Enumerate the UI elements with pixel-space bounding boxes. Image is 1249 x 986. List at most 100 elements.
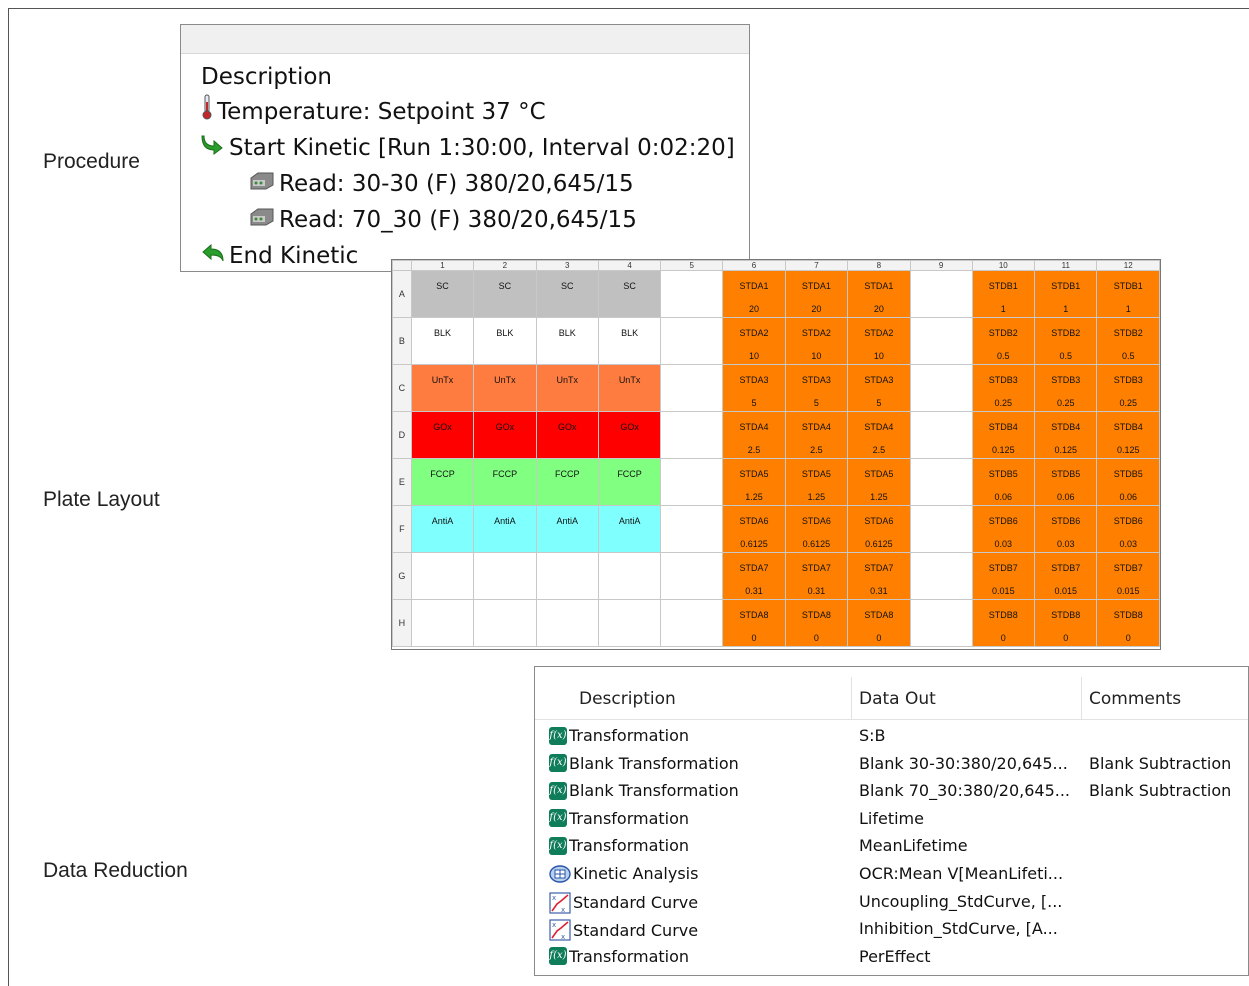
data-reduction-row[interactable]: f(x) Blank Transformation Blank 70_30:380/… — [535, 777, 1248, 805]
plate-well[interactable]: AntiA — [473, 505, 537, 553]
plate-well[interactable]: STDB3 0.25 — [1096, 364, 1160, 412]
plate-well[interactable] — [410, 599, 475, 647]
column-header-data-out[interactable]: Data Out — [859, 689, 936, 709]
data-reduction-row[interactable]: Kinetic Analysis OCR:Mean V[MeanLifeti... — [535, 860, 1248, 888]
plate-well[interactable]: STDA8 0 — [722, 599, 786, 647]
plate-well[interactable]: STDB7 0.015 — [971, 552, 1036, 600]
plate-well[interactable]: BLK — [473, 317, 537, 365]
plate-well[interactable]: STDB2 0.5 — [971, 317, 1036, 365]
plate-well[interactable]: STDB2 0.5 — [1096, 317, 1160, 365]
plate-well[interactable]: STDA7 0.31 — [784, 552, 849, 600]
plate-well[interactable] — [660, 270, 724, 318]
plate-well[interactable]: STDB4 0.125 — [1096, 411, 1160, 459]
data-reduction-row[interactable]: f(x) Transformation Lifetime — [535, 805, 1248, 833]
plate-well[interactable]: SC — [535, 270, 599, 318]
plate-well[interactable] — [909, 505, 973, 553]
plate-well[interactable]: STDB7 0.015 — [1034, 552, 1098, 600]
data-reduction-row[interactable]: f(x) Transformation S:B — [535, 722, 1248, 750]
plate-well[interactable] — [473, 552, 537, 600]
plate-well[interactable]: STDA5 1.25 — [784, 458, 849, 506]
plate-well[interactable]: STDA6 0.6125 — [722, 505, 786, 553]
plate-well[interactable]: GOx — [597, 411, 662, 459]
plate-well[interactable]: STDB8 0 — [1096, 599, 1160, 647]
data-reduction-row[interactable]: x x Standard Curve Uncoupling_StdCurve, [..… — [535, 888, 1248, 916]
plate-well[interactable] — [909, 411, 973, 459]
plate-well[interactable] — [909, 458, 973, 506]
plate-well[interactable]: STDA8 0 — [784, 599, 849, 647]
column-divider[interactable] — [851, 677, 852, 719]
plate-well[interactable]: STDA1 20 — [722, 270, 786, 318]
plate-well[interactable] — [909, 599, 973, 647]
plate-well[interactable]: FCCP — [535, 458, 599, 506]
plate-well[interactable]: UnTx — [410, 364, 475, 412]
plate-well[interactable]: FCCP — [410, 458, 475, 506]
plate-well[interactable] — [535, 552, 599, 600]
plate-well[interactable]: STDA6 0.6125 — [847, 505, 911, 553]
plate-well[interactable] — [909, 552, 973, 600]
plate-well[interactable]: SC — [410, 270, 475, 318]
plate-well[interactable] — [660, 505, 724, 553]
plate-well[interactable]: STDA3 5 — [722, 364, 786, 412]
plate-well[interactable] — [660, 458, 724, 506]
plate-well[interactable]: AntiA — [410, 505, 475, 553]
plate-well[interactable]: STDB1 1 — [1096, 270, 1160, 318]
plate-well[interactable]: STDB2 0.5 — [1034, 317, 1098, 365]
plate-well[interactable]: STDB5 0.06 — [971, 458, 1036, 506]
column-header-comments[interactable]: Comments — [1089, 689, 1181, 709]
plate-well[interactable] — [410, 552, 475, 600]
procedure-step-temperature[interactable]: Temperature: Setpoint 37 °C — [201, 94, 749, 130]
plate-well[interactable] — [660, 364, 724, 412]
plate-well[interactable]: STDA1 20 — [847, 270, 911, 318]
plate-well[interactable]: STDB1 1 — [971, 270, 1036, 318]
plate-well[interactable] — [597, 552, 662, 600]
column-divider[interactable] — [1081, 677, 1082, 719]
plate-well[interactable] — [660, 599, 724, 647]
plate-well[interactable]: STDA3 5 — [784, 364, 849, 412]
plate-well[interactable]: STDA4 2.5 — [847, 411, 911, 459]
plate-well[interactable] — [660, 552, 724, 600]
plate-well[interactable]: STDB6 0.03 — [971, 505, 1036, 553]
plate-well[interactable]: SC — [473, 270, 537, 318]
plate-well[interactable]: UnTx — [535, 364, 599, 412]
plate-well[interactable]: STDB1 1 — [1034, 270, 1098, 318]
procedure-step-start-kinetic[interactable]: Start Kinetic [Run 1:30:00, Interval 0:0… — [201, 130, 749, 166]
plate-well[interactable]: STDB3 0.25 — [1034, 364, 1098, 412]
plate-well[interactable]: STDB4 0.125 — [971, 411, 1036, 459]
plate-well[interactable]: UnTx — [597, 364, 662, 412]
plate-well[interactable]: STDB4 0.125 — [1034, 411, 1098, 459]
plate-well[interactable] — [597, 599, 662, 647]
data-reduction-row[interactable]: f(x) Transformation PerEffect — [535, 943, 1248, 971]
plate-well[interactable]: GOx — [535, 411, 599, 459]
plate-well[interactable]: STDA6 0.6125 — [784, 505, 849, 553]
procedure-step-read-2[interactable]: Read: 70_30 (F) 380/20,645/15 — [201, 202, 749, 238]
plate-well[interactable]: UnTx — [473, 364, 537, 412]
plate-well[interactable] — [473, 599, 537, 647]
plate-well[interactable]: BLK — [535, 317, 599, 365]
plate-well[interactable] — [660, 317, 724, 365]
plate-well[interactable]: STDA4 2.5 — [722, 411, 786, 459]
plate-well[interactable]: STDA5 1.25 — [847, 458, 911, 506]
plate-well[interactable]: STDA8 0 — [847, 599, 911, 647]
data-reduction-row[interactable]: f(x) Transformation MeanLifetime — [535, 832, 1248, 860]
plate-well[interactable]: STDA2 10 — [847, 317, 911, 365]
plate-well[interactable]: STDA1 20 — [784, 270, 849, 318]
plate-well[interactable] — [909, 270, 973, 318]
procedure-step-read-1[interactable]: Read: 30-30 (F) 380/20,645/15 — [201, 166, 749, 202]
plate-well[interactable]: SC — [597, 270, 662, 318]
plate-well[interactable] — [909, 317, 973, 365]
plate-well[interactable]: FCCP — [473, 458, 537, 506]
plate-well[interactable] — [909, 364, 973, 412]
plate-well[interactable]: STDA5 1.25 — [722, 458, 786, 506]
plate-well[interactable]: STDA3 5 — [847, 364, 911, 412]
plate-well[interactable]: GOx — [410, 411, 475, 459]
plate-well[interactable] — [660, 411, 724, 459]
plate-well[interactable]: STDB6 0.03 — [1096, 505, 1160, 553]
plate-well[interactable] — [535, 599, 599, 647]
plate-well[interactable]: STDB6 0.03 — [1034, 505, 1098, 553]
plate-well[interactable]: STDB3 0.25 — [971, 364, 1036, 412]
plate-well[interactable]: STDA7 0.31 — [847, 552, 911, 600]
plate-well[interactable]: STDB7 0.015 — [1096, 552, 1160, 600]
plate-well[interactable]: STDA2 10 — [722, 317, 786, 365]
data-reduction-row[interactable]: x x Standard Curve Inhibition_StdCurve, [A.… — [535, 915, 1248, 943]
plate-well[interactable]: FCCP — [597, 458, 662, 506]
